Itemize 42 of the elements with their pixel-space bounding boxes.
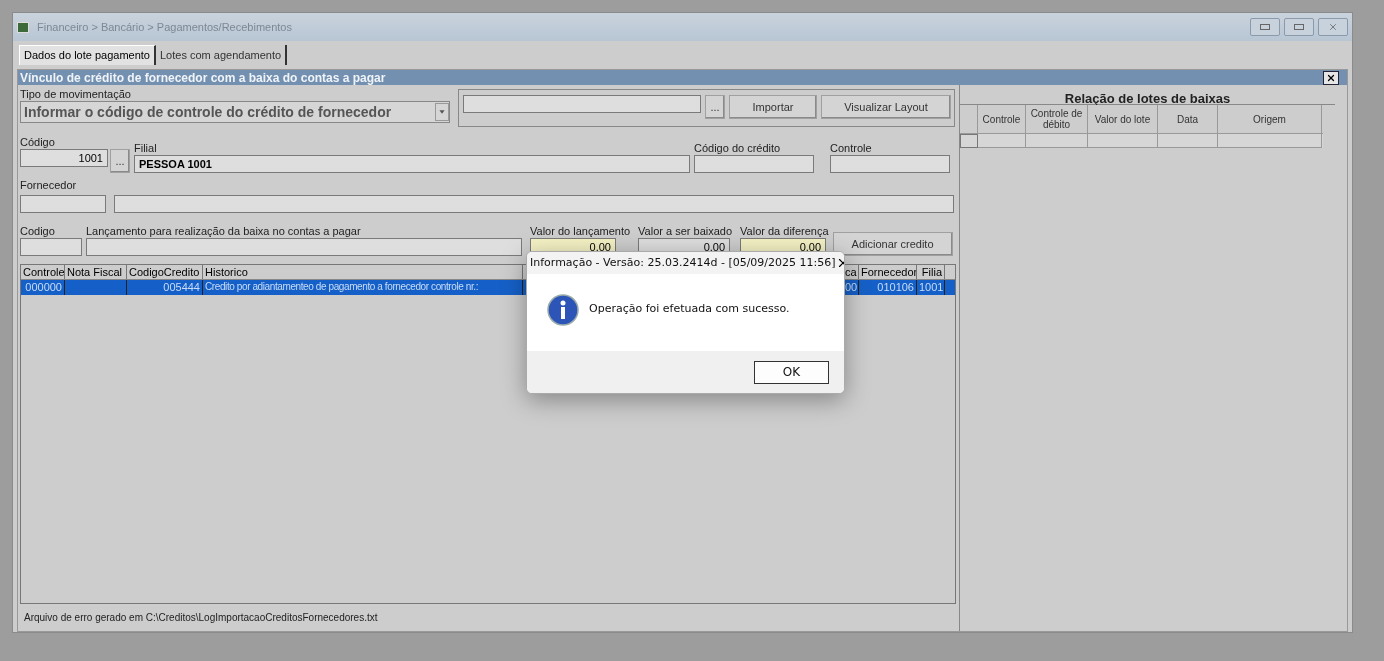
window-title: Financeiro > Bancário > Pagamentos/Recebimentos <box>37 19 292 35</box>
column-header: Controle de débito <box>1026 105 1088 133</box>
column-header: CodigoCredito <box>127 265 203 279</box>
table-cell: Credito por adiantamenteo de pagamento a fornecedor controle nr.: <box>203 280 523 295</box>
tab[interactable]: Dados do lote pagamento <box>19 45 156 65</box>
field-label: Tipo de movimentação <box>20 88 132 101</box>
panel-title: Vínculo de crédito de fornecedor com a baixa do contas a pagar <box>19 69 386 87</box>
field-label: Controle <box>830 142 873 155</box>
browse-button[interactable]: ... <box>110 149 130 173</box>
table-cell: 000000 <box>21 280 65 295</box>
tab[interactable]: Lotes com agendamento <box>156 45 288 65</box>
movement-type-dropdown[interactable]: Informar o código de controle do crédito de fornecedor <box>20 101 450 123</box>
view-layout-button[interactable]: Visualizar Layout <box>821 95 951 119</box>
field-label: Valor do lançamento <box>530 225 631 238</box>
table-cell: 010106 <box>859 280 917 295</box>
column-header: Data <box>1158 105 1218 133</box>
branch-field[interactable]: PESSOA 1001 <box>134 155 690 173</box>
table-cell: 1001 <box>917 280 945 295</box>
dialog-title: Informação - Versão: 25.03.2414d - [05/09/2025 11:56] <box>530 254 836 271</box>
column-header: Controle <box>978 105 1026 133</box>
field-label: Código <box>20 136 56 149</box>
code-field[interactable]: 1001 <box>20 149 108 167</box>
field-label: Valor a ser baixado <box>638 225 733 238</box>
column-header: Controle <box>21 265 65 279</box>
add-credit-button[interactable]: Adicionar credito <box>832 232 953 256</box>
field-label: Codigo <box>20 225 56 238</box>
column-header: Filia <box>917 265 945 279</box>
status-text: Arquivo de erro gerado em C:\Creditos\LogImportacaoCreditosFornecedores.txt <box>23 611 379 625</box>
column-header: Origem <box>1218 105 1322 133</box>
field-label: Código do crédito <box>694 142 782 155</box>
dialog-message: Operação foi efetuada com sucesso. <box>589 301 790 318</box>
import-button[interactable]: Importar <box>729 95 817 119</box>
field-label: Fornecedor <box>20 179 78 192</box>
browse-button[interactable]: ... <box>705 95 725 119</box>
field-label: Filial <box>134 142 158 155</box>
field-label: Lançamento para realização da baixa no contas a pagar <box>86 225 362 238</box>
column-header: Nota Fiscal <box>65 265 127 279</box>
table-cell: 005444 <box>127 280 203 295</box>
column-header: Historico <box>203 265 523 279</box>
ok-button[interactable]: OK <box>754 360 829 384</box>
column-header: Valor do lote <box>1088 105 1158 133</box>
field-label: Valor da diferença <box>740 225 829 238</box>
